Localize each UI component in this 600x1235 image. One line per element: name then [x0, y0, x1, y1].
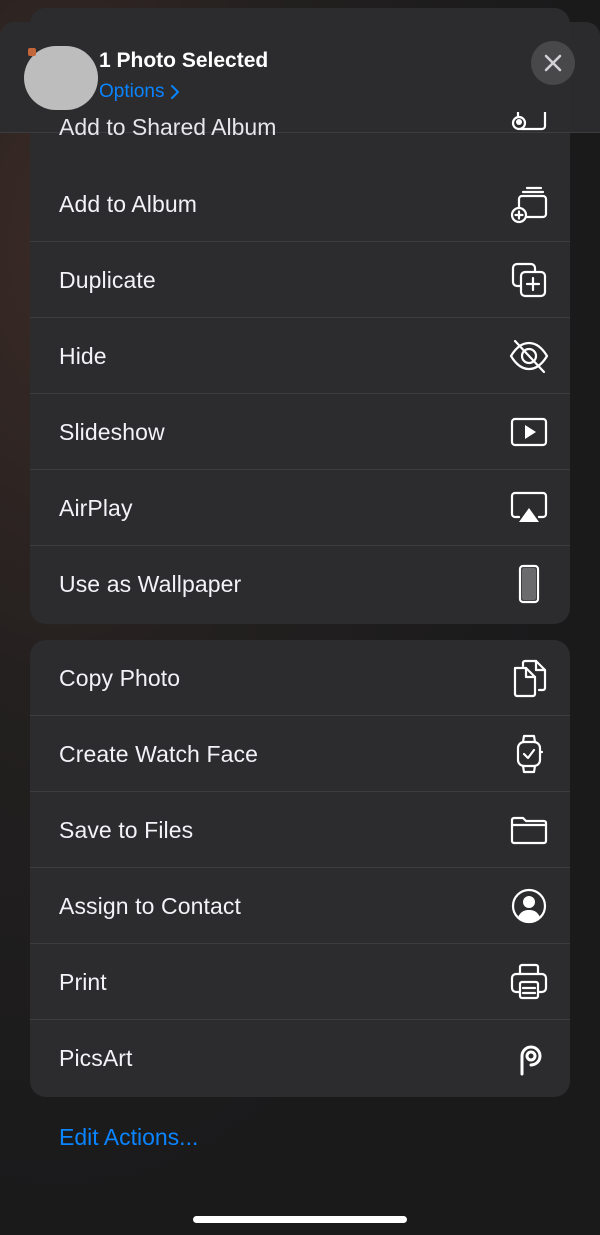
iphone-icon: [508, 563, 550, 605]
action-label: PicsArt: [59, 1044, 133, 1071]
action-picsart[interactable]: PicsArt: [30, 1020, 570, 1096]
actions-group-2: Copy Photo Create Watch Face Save to Fil…: [30, 640, 570, 1097]
add-to-album-icon: [508, 183, 550, 225]
action-copy-photo[interactable]: Copy Photo: [30, 640, 570, 716]
options-label: Options: [99, 81, 165, 102]
share-sheet: Add to Album Duplicate Hide Slideshow Ai…: [0, 0, 600, 1235]
action-label: Copy Photo: [59, 664, 181, 691]
close-button[interactable]: [531, 41, 575, 85]
action-assign-to-contact[interactable]: Assign to Contact: [30, 868, 570, 944]
eye-slash-icon: [508, 335, 550, 377]
action-airplay[interactable]: AirPlay: [30, 470, 570, 546]
action-save-to-files[interactable]: Save to Files: [30, 792, 570, 868]
action-duplicate[interactable]: Duplicate: [30, 242, 570, 318]
action-label: Assign to Contact: [59, 892, 241, 919]
action-hide[interactable]: Hide: [30, 318, 570, 394]
airplay-icon: [508, 487, 550, 529]
options-link[interactable]: Options: [99, 81, 180, 103]
action-slideshow[interactable]: Slideshow: [30, 394, 570, 470]
action-label: Hide: [59, 342, 107, 369]
action-label: Add to Album: [59, 190, 198, 217]
action-print[interactable]: Print: [30, 944, 570, 1020]
person-circle-icon: [508, 885, 550, 927]
action-use-as-wallpaper[interactable]: Use as Wallpaper: [30, 546, 570, 622]
action-label: Use as Wallpaper: [59, 570, 242, 597]
action-create-watch-face[interactable]: Create Watch Face: [30, 716, 570, 792]
action-label: AirPlay: [59, 494, 133, 521]
thumbnail-corner-mark: [28, 48, 36, 56]
edit-actions-link[interactable]: Edit Actions...: [59, 1124, 198, 1151]
action-label: Save to Files: [59, 816, 194, 843]
duplicate-icon: [508, 259, 550, 301]
action-label: Duplicate: [59, 266, 156, 293]
copy-icon: [508, 657, 550, 699]
action-add-to-shared-album[interactable]: Add to Shared Album: [30, 112, 570, 164]
home-indicator[interactable]: [193, 1216, 407, 1223]
play-rectangle-icon: [508, 411, 550, 453]
picsart-icon: [508, 1037, 550, 1079]
watch-icon: [508, 733, 550, 775]
header-title: 1 Photo Selected: [99, 49, 269, 72]
folder-icon: [508, 809, 550, 851]
printer-icon: [508, 961, 550, 1003]
chevron-right-icon: [171, 85, 180, 99]
shared-album-icon: [508, 112, 550, 140]
action-label: Print: [59, 968, 107, 995]
action-label: Create Watch Face: [59, 740, 258, 767]
action-add-to-album[interactable]: Add to Album: [30, 166, 570, 242]
action-label: Slideshow: [59, 418, 165, 445]
action-label: Add to Shared Album: [59, 114, 277, 140]
close-icon: [544, 54, 562, 72]
